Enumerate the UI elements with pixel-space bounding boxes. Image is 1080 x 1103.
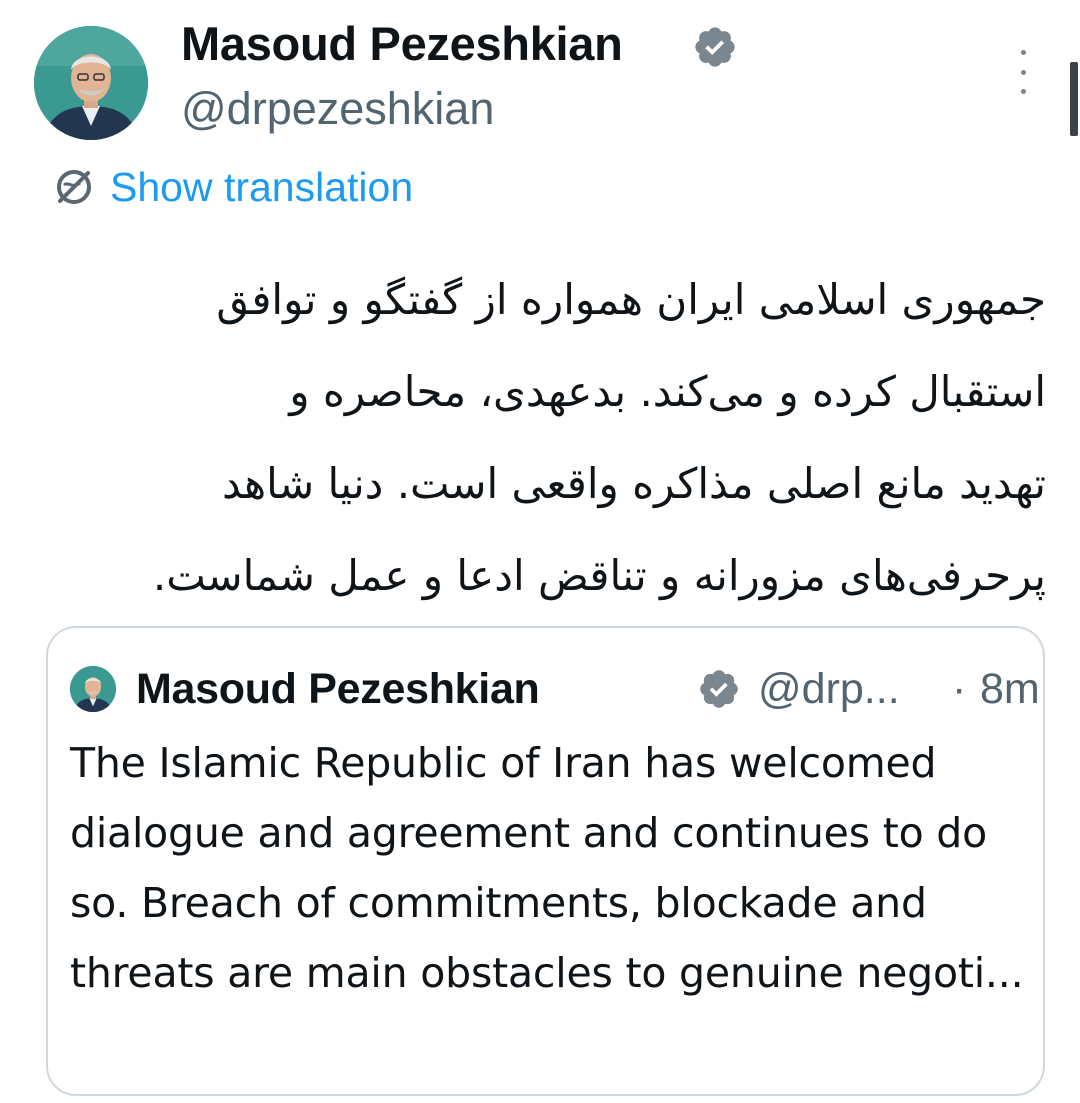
globe-translate-icon [57,170,91,204]
author-avatar[interactable] [34,26,148,140]
avatar-portrait [34,26,148,140]
quoted-avatar-portrait [70,666,116,712]
author-handle[interactable]: @drpezeshkian [181,82,494,136]
quoted-author-avatar[interactable] [70,666,116,712]
quoted-tweet-text: The Islamic Republic of Iran has welcome… [70,739,1024,997]
verified-badge-icon [695,27,735,67]
quoted-tweet-card[interactable]: Masoud Pezeshkian @drp... · 8m The Islam… [46,626,1045,1096]
more-options-icon[interactable] [1008,50,1038,94]
quoted-timestamp[interactable]: 8m [980,660,1040,718]
quoted-tweet-header: Masoud Pezeshkian @drp... · 8m [70,660,1040,718]
show-translation-button[interactable]: Show translation [50,162,413,212]
scrollbar-thumb[interactable] [1070,62,1078,136]
tweet-text: جمهوری اسلامی ایران همواره از گفتگو و تو… [152,275,1046,600]
quoted-author-name[interactable]: Masoud Pezeshkian [136,660,540,718]
quoted-verified-badge-icon [700,670,738,708]
quoted-author-handle[interactable]: @drp... [758,660,900,718]
quoted-separator-dot: · [952,665,967,713]
show-translation-label: Show translation [110,164,414,210]
author-name[interactable]: Masoud Pezeshkian [181,14,623,74]
